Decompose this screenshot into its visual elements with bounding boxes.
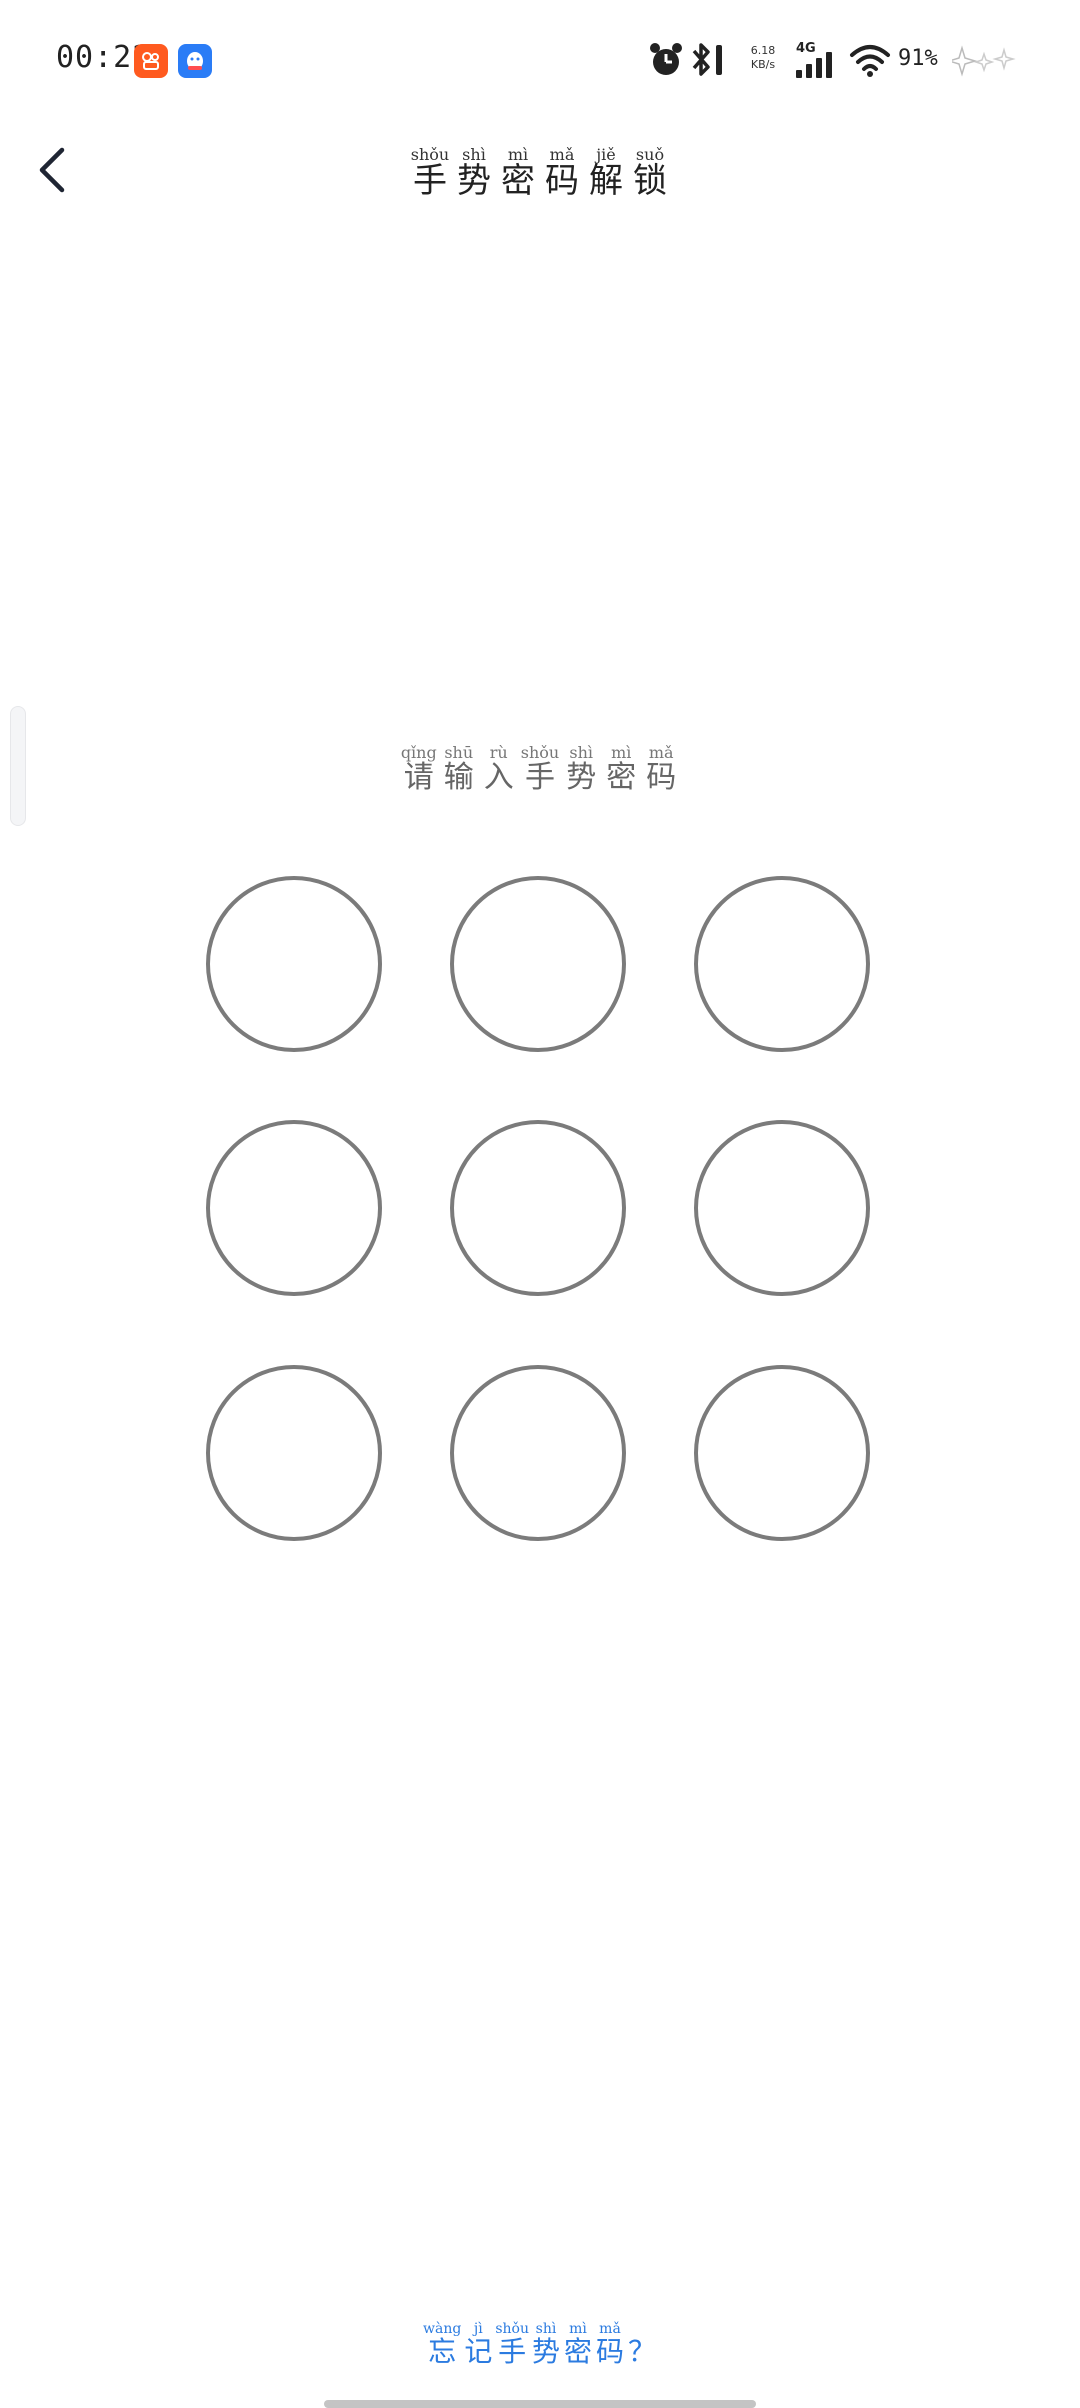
wifi-icon bbox=[848, 38, 892, 82]
forgot-hanzi: 忘 bbox=[428, 2335, 457, 2369]
pattern-dot[interactable] bbox=[450, 1120, 626, 1296]
signal-icon: 4G bbox=[794, 38, 838, 82]
kuaishou-app-icon bbox=[134, 44, 168, 78]
title-char: shì 势 bbox=[454, 146, 494, 199]
prompt-char: qǐng 请 bbox=[401, 744, 437, 793]
home-indicator[interactable] bbox=[324, 2400, 756, 2408]
title-hanzi: 密 bbox=[501, 160, 535, 201]
pattern-dot[interactable] bbox=[206, 1365, 382, 1541]
forgot-hanzi: 记 bbox=[464, 2335, 493, 2369]
status-bar: 00:22 6.18 KB/s 4G 91% bbox=[0, 0, 1080, 120]
qq-app-icon bbox=[178, 44, 212, 78]
page-title: shǒu 手 shì 势 mì 密 mǎ 码 jiě 解 suǒ 锁 bbox=[0, 146, 1080, 199]
title-char: shǒu 手 bbox=[410, 146, 450, 199]
gesture-unlock-screen: 00:22 6.18 KB/s 4G 91% shǒu 手 shì 势 mì 密… bbox=[0, 0, 1080, 2408]
forgot-gesture-link[interactable]: wàng 忘 jì 记 shǒu 手 shì 势 mì 密 mǎ 码 ？ bbox=[0, 2321, 1080, 2369]
battery-level: 91% bbox=[898, 46, 938, 71]
title-hanzi: 解 bbox=[589, 160, 623, 201]
forgot-char: shì 势 bbox=[531, 2321, 561, 2369]
prompt-char: shǒu 手 bbox=[521, 744, 559, 793]
prompt-hanzi: 势 bbox=[566, 759, 597, 795]
forgot-hanzi: 势 bbox=[531, 2335, 560, 2369]
prompt-pinyin: shǒu bbox=[520, 743, 560, 762]
sparkle-icon bbox=[946, 44, 1022, 82]
forgot-char: mǎ 码 bbox=[595, 2321, 625, 2369]
network-speed-value: 6.18 bbox=[750, 44, 776, 57]
prompt-char: mǎ 码 bbox=[643, 744, 679, 793]
alarm-icon bbox=[648, 38, 684, 82]
title-hanzi: 势 bbox=[457, 160, 491, 201]
title-char: suǒ 锁 bbox=[630, 146, 670, 199]
prompt-pinyin: shì bbox=[569, 743, 594, 762]
prompt-char: shū 输 bbox=[441, 744, 477, 793]
prompt-hanzi: 手 bbox=[524, 759, 555, 795]
forgot-char: wàng 忘 bbox=[423, 2321, 461, 2369]
prompt-pinyin: shū bbox=[444, 743, 474, 762]
prompt-pinyin: rù bbox=[489, 743, 508, 762]
prompt-hanzi: 入 bbox=[483, 759, 514, 795]
title-char: jiě 解 bbox=[586, 146, 626, 199]
prompt-char: rù 入 bbox=[481, 744, 517, 793]
pattern-dot[interactable] bbox=[450, 876, 626, 1052]
prompt-pinyin: mì bbox=[611, 743, 632, 762]
prompt-hanzi: 输 bbox=[443, 759, 474, 795]
bluetooth-icon bbox=[688, 38, 728, 82]
forgot-hanzi: 密 bbox=[563, 2335, 592, 2369]
pattern-dot[interactable] bbox=[694, 876, 870, 1052]
prompt-char: shì 势 bbox=[563, 744, 599, 793]
title-hanzi: 码 bbox=[545, 160, 579, 201]
forgot-hanzi: ？ bbox=[627, 2335, 656, 2369]
forgot-char: jì 记 bbox=[463, 2321, 493, 2369]
network-speed-unit: KB/s bbox=[750, 58, 776, 71]
forgot-char: shǒu 手 bbox=[495, 2321, 529, 2369]
gesture-prompt: qǐng 请 shū 输 rù 入 shǒu 手 shì 势 mì 密 mǎ 码 bbox=[0, 744, 1080, 793]
forgot-hanzi: 手 bbox=[498, 2335, 527, 2369]
prompt-pinyin: qǐng bbox=[400, 743, 437, 762]
prompt-pinyin: mǎ bbox=[648, 743, 674, 762]
prompt-char: mì 密 bbox=[603, 744, 639, 793]
title-char: mǎ 码 bbox=[542, 146, 582, 199]
title-char: mì 密 bbox=[498, 146, 538, 199]
title-hanzi: 锁 bbox=[633, 160, 667, 201]
network-type-label: 4G bbox=[796, 41, 816, 56]
pattern-dot[interactable] bbox=[694, 1365, 870, 1541]
pattern-dot[interactable] bbox=[450, 1365, 626, 1541]
prompt-hanzi: 码 bbox=[646, 759, 677, 795]
prompt-hanzi: 密 bbox=[606, 759, 637, 795]
network-speed: 6.18 KB/s bbox=[748, 44, 778, 72]
prompt-hanzi: 请 bbox=[403, 759, 434, 795]
pattern-dot[interactable] bbox=[206, 1120, 382, 1296]
pattern-dot[interactable] bbox=[694, 1120, 870, 1296]
title-hanzi: 手 bbox=[413, 160, 447, 201]
pattern-dot[interactable] bbox=[206, 876, 382, 1052]
forgot-char: ？ bbox=[627, 2322, 657, 2367]
forgot-hanzi: 码 bbox=[595, 2335, 624, 2369]
pattern-lock-grid bbox=[0, 0, 1080, 2408]
forgot-char: mì 密 bbox=[563, 2321, 593, 2369]
